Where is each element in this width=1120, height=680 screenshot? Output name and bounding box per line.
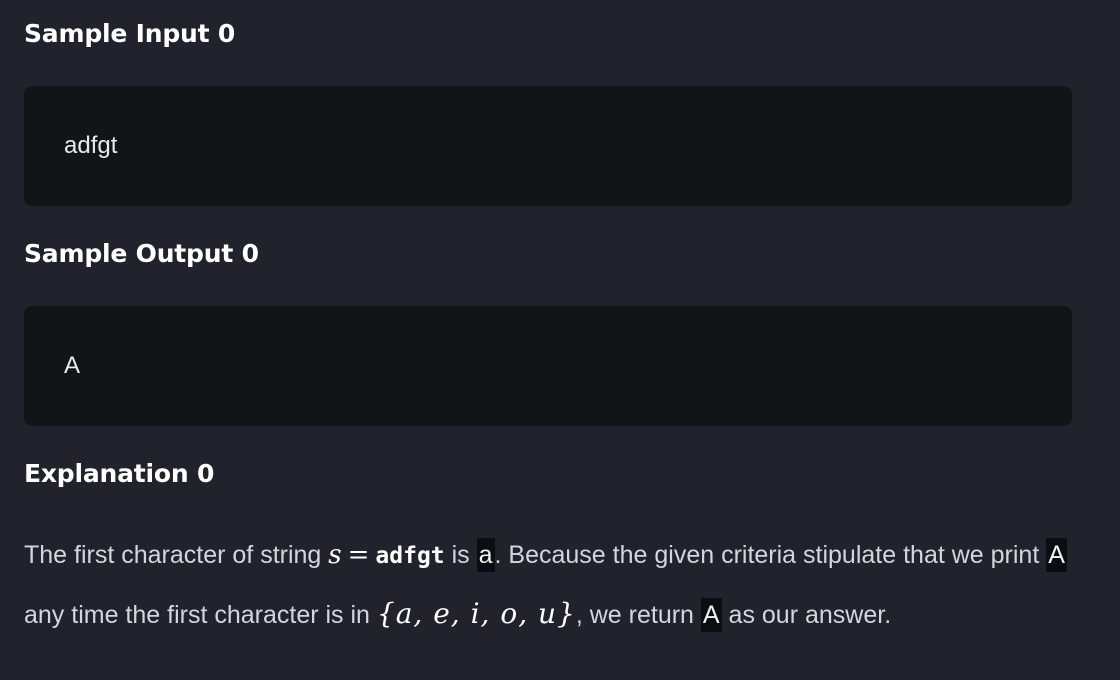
math-vowel-set: {a, e, i, o, u} — [376, 597, 576, 630]
explanation-text-4: any time the first character is in — [24, 601, 377, 629]
sample-output-heading: Sample Output 0 — [24, 239, 259, 268]
inline-code-A-2: A — [700, 598, 722, 632]
explanation-text-3: . Because the given criteria stipulate t… — [494, 541, 1047, 569]
explanation-text-5: , we return — [575, 601, 701, 629]
explanation-heading: Explanation 0 — [24, 459, 215, 488]
explanation-text-2: is — [444, 541, 477, 569]
sample-input-block: adfgt — [24, 86, 1072, 206]
explanation-paragraph: The first character of string s = adfgt is… — [24, 527, 1094, 644]
sample-output-block: A — [24, 306, 1072, 426]
problem-statement-section: Sample Input 0 adfgt Sample Output 0 A E… — [0, 0, 1120, 680]
math-string-value: adfgt — [375, 543, 445, 569]
math-equals: = — [347, 540, 370, 570]
inline-code-A-1: A — [1046, 538, 1067, 572]
sample-input-heading: Sample Input 0 — [24, 19, 236, 48]
explanation-text-1: The first character of string — [24, 541, 329, 569]
explanation-text-6: as our answer. — [721, 601, 892, 629]
sample-output-text: A — [64, 352, 81, 379]
math-variable-s: s — [328, 540, 342, 570]
inline-code-a: a — [476, 538, 495, 572]
sample-input-text: adfgt — [64, 132, 118, 159]
